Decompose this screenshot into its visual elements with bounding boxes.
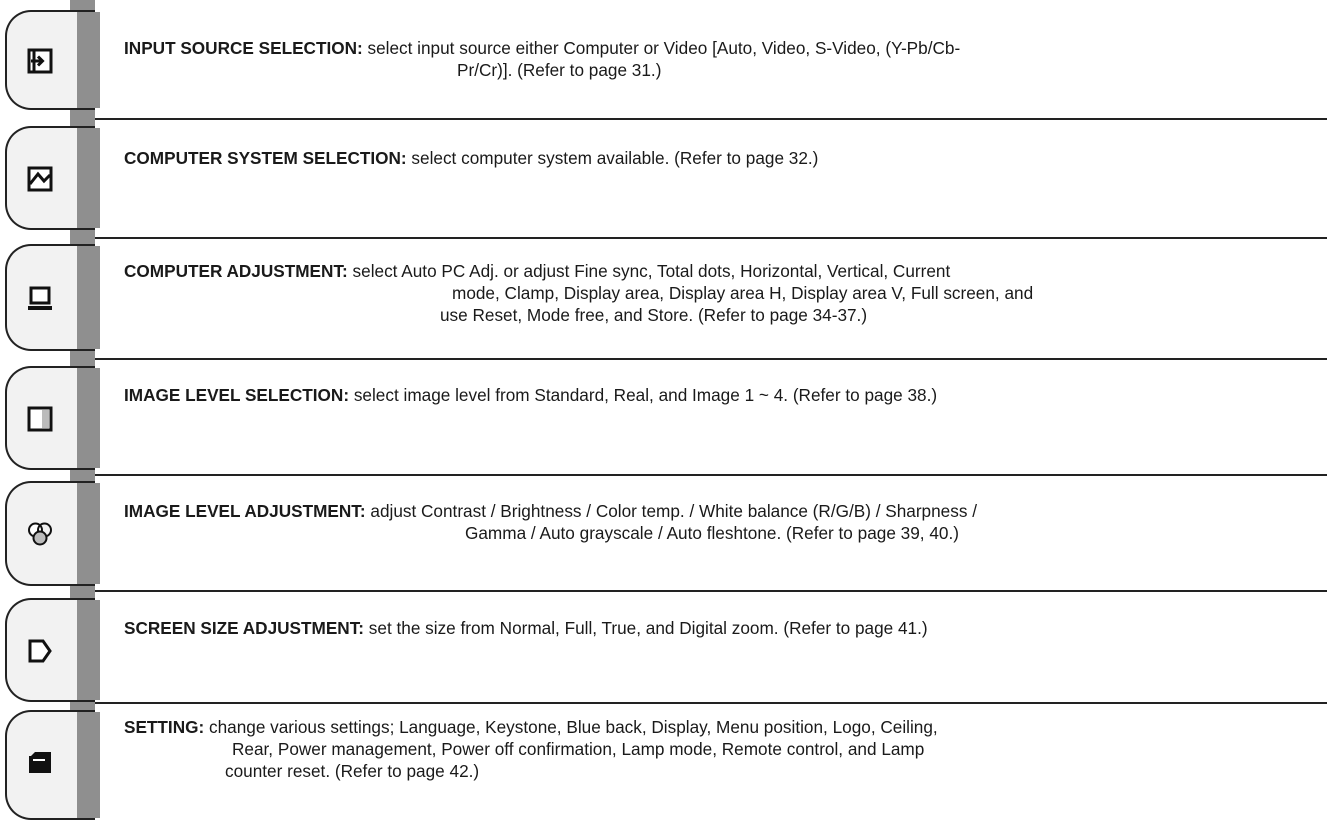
tab-input-source — [5, 10, 100, 110]
menu-row-screen-size: SCREEN SIZE ADJUSTMENT: set the size fro… — [0, 592, 1327, 702]
signal-wave-icon — [27, 166, 53, 192]
menu-description: SCREEN SIZE ADJUSTMENT: set the size fro… — [124, 618, 928, 638]
menu-description: COMPUTER ADJUSTMENT: select Auto PC Adj.… — [124, 261, 1034, 325]
menu-description: COMPUTER SYSTEM SELECTION: select comput… — [124, 148, 819, 168]
menu-title: SETTING: — [124, 717, 205, 737]
tab-image-level-adjustment — [5, 481, 100, 586]
menu-row-image-level-adjustment: IMAGE LEVEL ADJUSTMENT: adjust Contrast … — [0, 476, 1327, 588]
menu-title: SCREEN SIZE ADJUSTMENT: — [124, 618, 365, 638]
tab-image-level-selection — [5, 366, 100, 470]
menu-title: IMAGE LEVEL SELECTION: — [124, 385, 350, 405]
menu-description: SETTING: change various settings; Langua… — [124, 717, 938, 781]
menu-description: IMAGE LEVEL SELECTION: select image leve… — [124, 385, 938, 405]
screen-size-icon — [28, 639, 52, 663]
menu-row-image-level-selection: IMAGE LEVEL SELECTION: select image leve… — [0, 360, 1327, 472]
menu-title: COMPUTER SYSTEM SELECTION: — [124, 148, 407, 168]
menu-title: INPUT SOURCE SELECTION: — [124, 38, 363, 58]
menu-row-computer-system: COMPUTER SYSTEM SELECTION: select comput… — [0, 120, 1327, 234]
menu-title: COMPUTER ADJUSTMENT: — [124, 261, 348, 281]
computer-monitor-icon — [28, 286, 52, 310]
color-circles-icon — [28, 522, 52, 546]
tab-setting — [5, 710, 100, 820]
tab-computer-adjustment — [5, 244, 100, 351]
menu-row-computer-adjustment: COMPUTER ADJUSTMENT: select Auto PC Adj.… — [0, 239, 1327, 356]
menu-description: INPUT SOURCE SELECTION: select input sou… — [124, 38, 961, 80]
settings-box-icon — [29, 752, 51, 773]
input-arrow-icon — [27, 48, 53, 74]
menu-description: IMAGE LEVEL ADJUSTMENT: adjust Contrast … — [124, 501, 977, 543]
tab-screen-size — [5, 598, 100, 702]
menu-row-setting: SETTING: change various settings; Langua… — [0, 704, 1327, 820]
menu-title: IMAGE LEVEL ADJUSTMENT: — [124, 501, 366, 521]
menu-row-input-source: INPUT SOURCE SELECTION: select input sou… — [0, 0, 1327, 114]
tab-computer-system — [5, 126, 100, 230]
image-level-icon — [27, 406, 53, 432]
